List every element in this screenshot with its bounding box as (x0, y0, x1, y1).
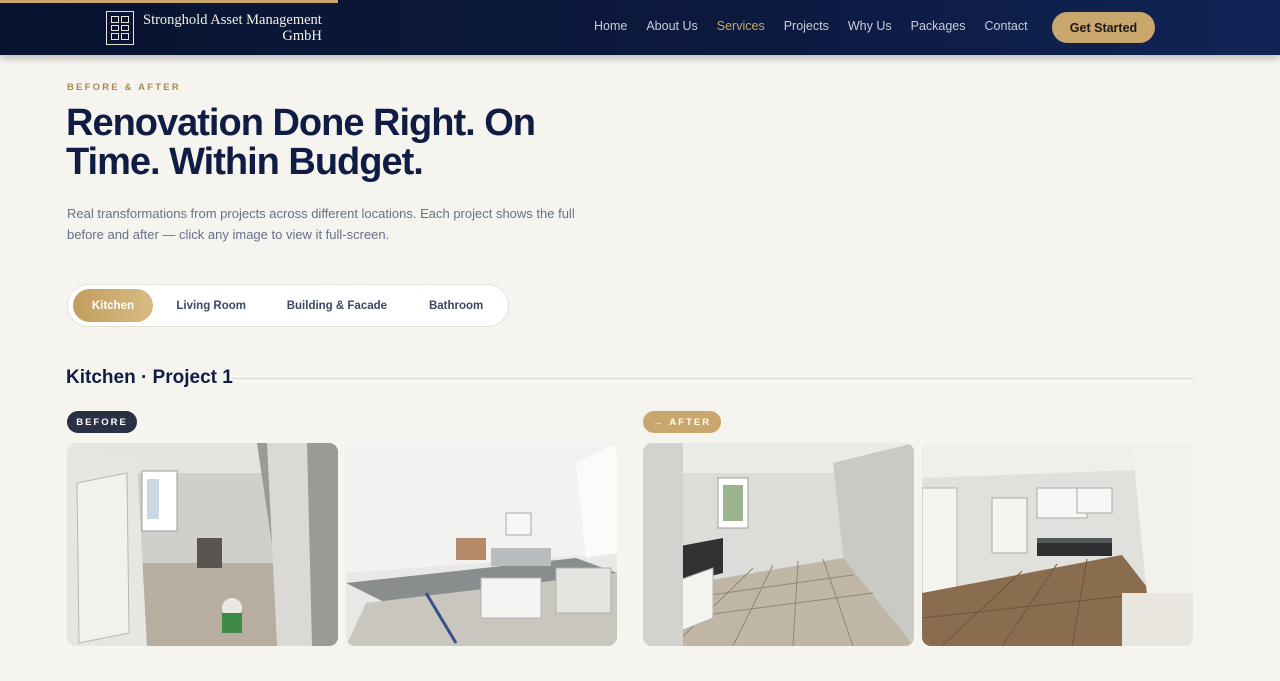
category-tabs: Kitchen Living Room Building & Facade Ba… (67, 284, 509, 327)
nav-projects[interactable]: Projects (784, 19, 829, 33)
after-photo-2[interactable] (922, 443, 1193, 646)
nav-why-us[interactable]: Why Us (848, 19, 892, 33)
nav-home[interactable]: Home (594, 19, 627, 33)
site-header: Stronghold Asset Management GmbH Home Ab… (0, 0, 1280, 55)
arrow-right-icon: → (652, 416, 665, 428)
building-logo-icon (106, 11, 134, 45)
after-photo-1[interactable] (643, 443, 914, 646)
before-label: BEFORE (76, 416, 128, 428)
before-photo-2[interactable] (346, 443, 617, 646)
page-description: Real transformations from projects acros… (67, 206, 575, 242)
tab-kitchen[interactable]: Kitchen (73, 289, 153, 322)
nav-services[interactable]: Services (717, 19, 765, 33)
nav-about-us[interactable]: About Us (646, 19, 697, 33)
nav-packages[interactable]: Packages (911, 19, 966, 33)
section-divider (232, 378, 1194, 379)
section-eyebrow: BEFORE & AFTER (67, 82, 181, 93)
before-photo-1[interactable] (67, 443, 338, 646)
tab-living-room[interactable]: Living Room (153, 289, 270, 322)
project-title: Kitchen · Project 1 (66, 367, 233, 388)
tab-bathroom[interactable]: Bathroom (404, 289, 508, 322)
get-started-button[interactable]: Get Started (1052, 12, 1155, 43)
brand-logo-link[interactable]: Stronghold Asset Management GmbH (106, 11, 322, 45)
main-nav: Home About Us Services Projects Why Us P… (594, 19, 1047, 33)
brand-name: Stronghold Asset Management GmbH (143, 12, 322, 44)
scroll-progress-bar (0, 0, 338, 3)
tab-building-facade[interactable]: Building & Facade (270, 289, 405, 322)
after-badge: → AFTER (643, 411, 721, 433)
nav-contact[interactable]: Contact (985, 19, 1028, 33)
brand-name-line1: Stronghold Asset Management (143, 12, 322, 28)
brand-name-line2: GmbH (282, 28, 322, 44)
page-title: Renovation Done Right. On Time. Within B… (66, 102, 536, 183)
before-badge: BEFORE (67, 411, 137, 433)
after-label: AFTER (669, 416, 712, 428)
